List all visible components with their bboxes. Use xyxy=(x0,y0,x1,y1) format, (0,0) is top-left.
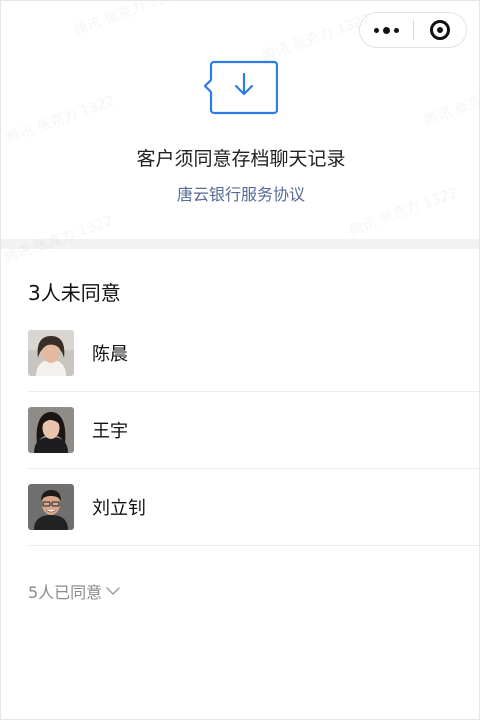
avatar xyxy=(28,330,74,376)
section-divider xyxy=(1,239,479,249)
person-name: 陈晨 xyxy=(92,344,128,365)
agreement-link[interactable]: 唐云银行服务协议 xyxy=(1,181,479,205)
avatar xyxy=(28,484,74,530)
avatar xyxy=(28,407,74,453)
mini-program-close-icon[interactable] xyxy=(414,13,466,47)
app-page: 腾讯 张克力 1322 腾讯 张克力 1322 腾讯 张克力 1322 腾讯 张… xyxy=(0,0,480,720)
archive-download-icon xyxy=(204,60,278,115)
mini-program-capsule xyxy=(359,12,467,48)
not-agreed-list: 陈晨 王宇 刘立钊 xyxy=(28,315,479,546)
chevron-down-icon xyxy=(106,587,120,595)
list-item[interactable]: 陈晨 xyxy=(28,315,479,392)
watermark: 腾讯 张克力 1322 xyxy=(421,72,479,130)
list-item[interactable]: 刘立钊 xyxy=(28,469,479,546)
more-dots-icon[interactable] xyxy=(360,13,413,47)
person-name: 王宇 xyxy=(92,421,128,442)
list-item[interactable]: 王宇 xyxy=(28,392,479,469)
page-title: 客户须同意存档聊天记录 xyxy=(136,148,346,170)
person-name: 刘立钊 xyxy=(92,498,146,519)
watermark: 腾讯 张克力 1322 xyxy=(259,8,373,66)
agreed-label: 5人已同意 xyxy=(28,583,103,602)
agreed-toggle[interactable]: 5人已同意 xyxy=(28,579,120,603)
watermark: 腾讯 张克力 1322 xyxy=(3,90,117,148)
not-agreed-title: 3人未同意 xyxy=(28,281,121,305)
watermark: 腾讯 张克力 1322 xyxy=(71,1,185,40)
